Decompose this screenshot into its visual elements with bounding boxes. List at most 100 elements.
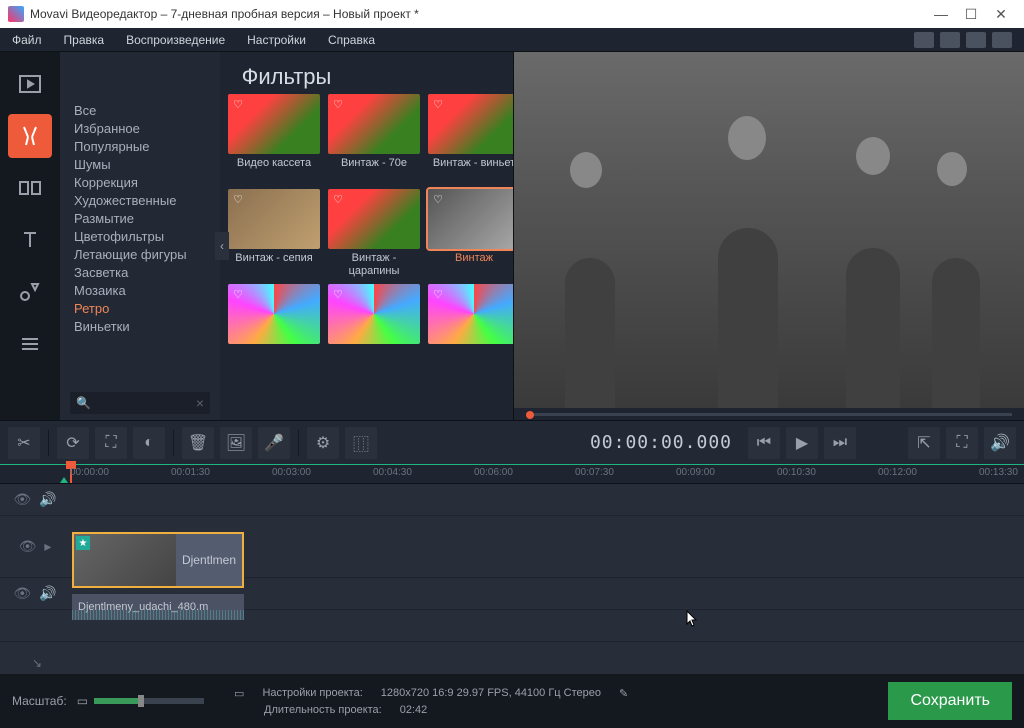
category-item[interactable]: Размытие — [74, 210, 206, 228]
zoom-label: Масштаб: — [12, 694, 67, 708]
prev-frame-button[interactable]: ⏮ — [748, 427, 780, 459]
filter-thumb-label — [328, 347, 420, 373]
clip-settings-button[interactable]: ⚙ — [307, 427, 339, 459]
filter-thumb[interactable]: ♡Видео кассета — [228, 94, 320, 183]
export-button[interactable]: ⇱ — [908, 427, 940, 459]
tab-titles[interactable] — [8, 218, 52, 262]
category-item[interactable]: Мозаика — [74, 282, 206, 300]
track-visibility-icon[interactable]: 👁 — [19, 538, 37, 555]
crop-button[interactable]: ⛶ — [95, 427, 127, 459]
project-settings-value: 1280x720 16:9 29.97 FPS, 44100 Гц Стерео — [381, 687, 601, 700]
favorite-icon[interactable]: ♡ — [331, 287, 345, 301]
filter-thumb-label — [228, 347, 320, 373]
window-title: Movavi Видеоредактор – 7-дневная пробная… — [30, 7, 419, 21]
zoom-out-icon[interactable]: ▭ — [77, 694, 88, 708]
save-button[interactable]: Сохранить — [888, 682, 1012, 720]
filter-thumb[interactable]: ♡ Винтаж - виньет — [428, 94, 513, 183]
volume-button[interactable]: 🔊 — [984, 427, 1016, 459]
zoom-slider[interactable] — [94, 698, 204, 704]
social-youtube-icon[interactable] — [914, 32, 934, 48]
category-item[interactable]: Популярные — [74, 138, 206, 156]
ruler-tick: 00:06:00 — [474, 467, 513, 478]
social-vk-icon[interactable] — [966, 32, 986, 48]
filter-thumb[interactable]: ♡ — [328, 284, 420, 373]
minimize-button[interactable]: — — [926, 6, 956, 22]
clear-search-icon[interactable]: × — [196, 395, 204, 411]
filter-thumb-label: Винтаж - виньет — [428, 157, 513, 183]
fullscreen-button[interactable]: ⛶ — [946, 427, 978, 459]
edit-settings-icon[interactable]: ✎ — [619, 687, 628, 700]
audio-clip[interactable]: Djentlmeny_udachi_480.m — [72, 594, 244, 620]
track-visibility-icon[interactable]: 👁 — [13, 491, 31, 508]
rotate-button[interactable]: ⟳ — [57, 427, 89, 459]
menu-settings[interactable]: Настройки — [247, 33, 306, 47]
social-ok-icon[interactable] — [940, 32, 960, 48]
category-item[interactable]: Виньетки — [74, 318, 206, 336]
mic-button[interactable]: 🎤 — [258, 427, 290, 459]
favorite-icon[interactable]: ♡ — [231, 192, 245, 206]
next-frame-button[interactable]: ⏭ — [824, 427, 856, 459]
category-item[interactable]: Коррекция — [74, 174, 206, 192]
ruler-tick: 00:00:00 — [70, 467, 109, 478]
filter-thumb[interactable]: ♡ Винтаж — [428, 189, 513, 278]
track-video-icon[interactable]: ▸ — [44, 538, 51, 555]
favorite-icon[interactable]: ♡ — [331, 192, 345, 206]
category-item[interactable]: Шумы — [74, 156, 206, 174]
equalizer-button[interactable]: ⿲ — [345, 427, 377, 459]
film-icon: ▭ — [234, 687, 244, 700]
filter-thumb-label: Винтаж — [428, 252, 513, 278]
category-item[interactable]: Избранное — [74, 120, 206, 138]
tab-more[interactable] — [8, 322, 52, 366]
image-button[interactable]: 🖼 — [220, 427, 252, 459]
filter-thumb[interactable]: ♡ — [428, 284, 513, 373]
video-clip[interactable]: ★ Djentlmen — [72, 532, 244, 588]
favorite-icon[interactable]: ♡ — [431, 287, 445, 301]
category-item[interactable]: Ретро — [74, 300, 206, 318]
category-item[interactable]: Летающие фигуры — [74, 246, 206, 264]
tab-shapes[interactable] — [8, 270, 52, 314]
preview-progress[interactable] — [514, 408, 1024, 420]
collapse-categories-button[interactable]: ‹ — [215, 232, 229, 260]
project-duration-value: 02:42 — [400, 704, 428, 716]
favorite-icon[interactable]: ♡ — [431, 97, 445, 111]
tab-transitions[interactable] — [8, 166, 52, 210]
category-item[interactable]: Цветофильтры — [74, 228, 206, 246]
tab-filters[interactable] — [8, 114, 52, 158]
maximize-button[interactable]: ☐ — [956, 6, 986, 23]
track-audio-icon[interactable]: 🔊 — [39, 585, 56, 602]
close-button[interactable]: ✕ — [986, 6, 1016, 23]
social-share-icon[interactable] — [992, 32, 1012, 48]
play-button[interactable]: ▶ — [786, 427, 818, 459]
category-search[interactable]: 🔍 × — [70, 392, 210, 414]
menu-help[interactable]: Справка — [328, 33, 375, 47]
menu-playback[interactable]: Воспроизведение — [126, 33, 225, 47]
favorite-icon[interactable]: ♡ — [331, 97, 345, 111]
category-item[interactable]: Художественные — [74, 192, 206, 210]
filter-thumb[interactable]: ♡Винтаж - 70е — [328, 94, 420, 183]
delete-button[interactable]: 🗑 — [182, 427, 214, 459]
filter-thumb[interactable]: ♡ Винтаж - сепия — [228, 189, 320, 278]
filter-thumb[interactable]: ♡ — [228, 284, 320, 373]
favorite-icon[interactable]: ♡ — [231, 287, 245, 301]
project-settings-label: Настройки проекта: — [262, 687, 362, 700]
color-adjust-button[interactable]: ◐ — [133, 427, 165, 459]
tab-media[interactable] — [8, 62, 52, 106]
filter-thumb[interactable]: ♡ Винтаж - царапины — [328, 189, 420, 278]
track-visibility-icon[interactable]: 👁 — [13, 585, 31, 602]
ruler-tick: 00:01:30 — [171, 467, 210, 478]
favorite-icon[interactable]: ♡ — [431, 192, 445, 206]
ruler-marker[interactable] — [60, 477, 68, 483]
menu-file[interactable]: Файл — [12, 33, 42, 47]
track-handle-icon[interactable]: ↘ — [32, 656, 42, 670]
preview-viewport[interactable] — [514, 52, 1024, 408]
favorite-icon[interactable]: ♡ — [231, 97, 245, 111]
cut-button[interactable]: ✂ — [8, 427, 40, 459]
category-item[interactable]: Засветка — [74, 264, 206, 282]
filter-thumb-label: Винтаж - сепия — [228, 252, 320, 278]
menu-edit[interactable]: Правка — [64, 33, 105, 47]
search-icon: 🔍 — [76, 396, 91, 410]
track-audio-icon[interactable]: 🔊 — [39, 491, 56, 508]
filter-thumb-label: Винтаж - царапины — [328, 252, 420, 278]
filter-thumb-label — [428, 347, 513, 373]
category-item[interactable]: Все — [74, 102, 206, 120]
